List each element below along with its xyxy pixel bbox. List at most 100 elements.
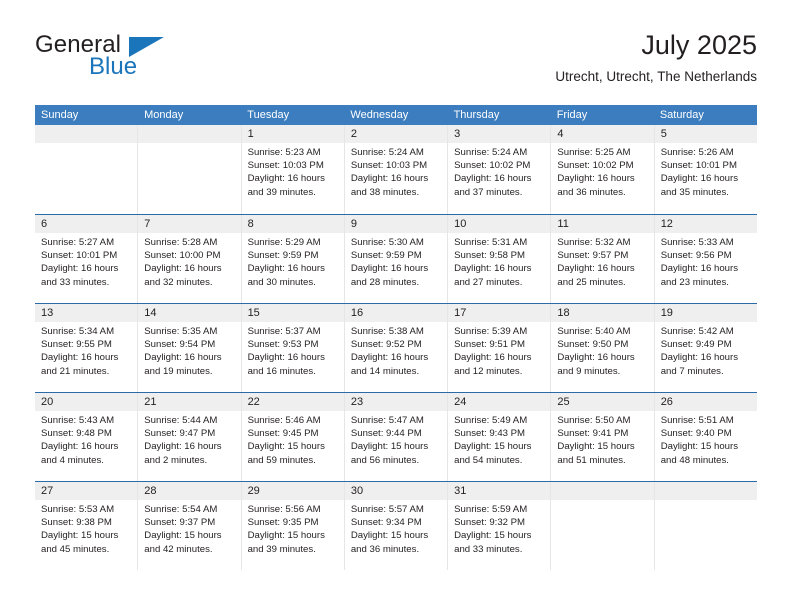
day-number: 27 [35, 482, 138, 500]
day-detail-line: Sunset: 9:34 PM [350, 517, 422, 529]
day-details: Sunrise: 5:43 AM Sunset: 9:48 PM Daylight:… [35, 411, 137, 467]
calendar-day-cell[interactable]: 4 Sunrise: 5:25 AM Sunset: 10:02 PM Dayligh… [551, 125, 655, 214]
title-block: July 2025 Utrecht, Utrecht, The Netherla… [555, 28, 757, 85]
day-detail-line: Daylight: 16 hours [144, 352, 222, 364]
day-details: Sunrise: 5:54 AM Sunset: 9:37 PM Daylight:… [138, 500, 240, 556]
page-header: General Blue July 2025 Utrecht, Utrecht,… [35, 28, 757, 98]
calendar-day-cell[interactable]: 17 Sunrise: 5:39 AM Sunset: 9:51 PM Dayligh… [448, 304, 552, 392]
page-subtitle: Utrecht, Utrecht, The Netherlands [555, 69, 757, 84]
day-detail-line: Sunrise: 5:32 AM [557, 237, 631, 248]
calendar-day-cell[interactable]: 9 Sunrise: 5:30 AM Sunset: 9:59 PM Daylight… [344, 215, 449, 303]
calendar-day-cell[interactable]: 31 Sunrise: 5:59 AM Sunset: 9:32 PM Dayligh… [448, 482, 552, 570]
day-details: Sunrise: 5:38 AM Sunset: 9:52 PM Daylight:… [345, 322, 447, 378]
calendar-day-cell[interactable]: 29 Sunrise: 5:56 AM Sunset: 9:35 PM Dayligh… [241, 482, 345, 570]
day-detail-line: and 48 minutes. [660, 454, 729, 466]
day-number: 21 [138, 393, 241, 411]
day-details: Sunrise: 5:50 AM Sunset: 9:41 PM Daylight:… [551, 411, 653, 467]
day-detail-line: Sunrise: 5:24 AM [454, 147, 528, 158]
day-detail-line: Sunset: 10:03 PM [350, 160, 428, 172]
day-detail-line: Sunrise: 5:50 AM [557, 415, 631, 426]
calendar-day-cell[interactable]: 24 Sunrise: 5:49 AM Sunset: 9:43 PM Dayligh… [448, 393, 552, 481]
day-number [654, 482, 757, 500]
day-details: Sunrise: 5:37 AM Sunset: 9:53 PM Daylight:… [242, 322, 344, 378]
day-detail-line: Sunset: 9:50 PM [557, 339, 629, 351]
day-detail-line: Sunset: 9:56 PM [660, 250, 732, 262]
calendar-day-cell[interactable]: 22 Sunrise: 5:46 AM Sunset: 9:45 PM Dayligh… [241, 393, 345, 481]
calendar-day-cell[interactable]: 28 Sunrise: 5:54 AM Sunset: 9:37 PM Dayligh… [138, 482, 242, 570]
day-detail-line: Daylight: 16 hours [247, 352, 325, 364]
day-details: Sunrise: 5:27 AM Sunset: 10:01 PM Daylight… [35, 233, 137, 289]
day-detail-line: Sunset: 9:53 PM [247, 339, 319, 351]
calendar-day-cell[interactable]: 25 Sunrise: 5:50 AM Sunset: 9:41 PM Dayligh… [551, 393, 655, 481]
day-number: 7 [138, 215, 241, 233]
calendar-day-cell[interactable]: 7 Sunrise: 5:28 AM Sunset: 10:00 PM Dayligh… [138, 215, 242, 303]
day-details: Sunrise: 5:53 AM Sunset: 9:38 PM Daylight:… [35, 500, 137, 556]
day-detail-line: Sunset: 9:47 PM [144, 428, 216, 440]
calendar-day-cell[interactable]: 20 Sunrise: 5:43 AM Sunset: 9:48 PM Dayligh… [35, 393, 139, 481]
day-detail-line: Daylight: 16 hours [660, 173, 739, 185]
calendar-day-cell[interactable]: 15 Sunrise: 5:37 AM Sunset: 9:53 PM Dayligh… [241, 304, 345, 392]
calendar-day-cell[interactable]: 26 Sunrise: 5:51 AM Sunset: 9:40 PM Dayligh… [654, 393, 757, 481]
day-detail-line: Daylight: 15 hours [350, 441, 429, 453]
weekday-header-sunday: Sunday [41, 109, 79, 121]
calendar-day-cell[interactable]: 8 Sunrise: 5:29 AM Sunset: 9:59 PM Daylight… [241, 215, 345, 303]
calendar-day-cell[interactable]: 3 Sunrise: 5:24 AM Sunset: 10:02 PM Dayligh… [448, 125, 552, 214]
day-detail-line: Sunrise: 5:34 AM [41, 326, 115, 337]
calendar-day-cell[interactable]: 14 Sunrise: 5:35 AM Sunset: 9:54 PM Dayligh… [138, 304, 242, 392]
day-detail-line: and 9 minutes. [557, 365, 621, 377]
brand-logo[interactable]: General Blue [35, 32, 255, 88]
calendar-day-cell[interactable]: 11 Sunrise: 5:32 AM Sunset: 9:57 PM Dayligh… [551, 215, 655, 303]
calendar-day-cell[interactable]: 30 Sunrise: 5:57 AM Sunset: 9:34 PM Dayligh… [344, 482, 449, 570]
day-details: Sunrise: 5:26 AM Sunset: 10:01 PM Daylight… [655, 143, 757, 199]
calendar-day-cell[interactable]: 23 Sunrise: 5:47 AM Sunset: 9:44 PM Dayligh… [344, 393, 449, 481]
calendar-day-cell[interactable]: 1 Sunrise: 5:23 AM Sunset: 10:03 PM Dayligh… [241, 125, 345, 214]
day-detail-line: Daylight: 15 hours [660, 441, 739, 453]
day-detail-line: Daylight: 16 hours [350, 352, 429, 364]
day-detail-line: Sunset: 9:51 PM [454, 339, 526, 351]
day-detail-line: Daylight: 16 hours [41, 441, 119, 453]
calendar-day-cell[interactable]: 21 Sunrise: 5:44 AM Sunset: 9:47 PM Dayligh… [138, 393, 242, 481]
weekday-header-friday: Friday [556, 109, 588, 121]
calendar-page: General Blue July 2025 Utrecht, Utrecht,… [0, 0, 792, 612]
calendar-day-cell[interactable]: 12 Sunrise: 5:33 AM Sunset: 9:56 PM Dayligh… [654, 215, 757, 303]
calendar-day-cell[interactable]: 19 Sunrise: 5:42 AM Sunset: 9:49 PM Dayligh… [654, 304, 757, 392]
day-detail-line: Sunrise: 5:24 AM [350, 147, 424, 158]
day-details: Sunrise: 5:49 AM Sunset: 9:43 PM Daylight:… [448, 411, 550, 467]
day-detail-line: Daylight: 16 hours [454, 352, 532, 364]
day-detail-line: Sunrise: 5:38 AM [350, 326, 424, 337]
page-title: July 2025 [641, 30, 757, 60]
day-details: Sunrise: 5:57 AM Sunset: 9:34 PM Daylight:… [345, 500, 447, 556]
day-detail-line: Sunset: 9:41 PM [557, 428, 629, 440]
day-number: 8 [241, 215, 344, 233]
day-detail-line: Sunset: 10:01 PM [41, 250, 118, 262]
day-detail-line: Sunrise: 5:37 AM [247, 326, 321, 337]
calendar-day-cell[interactable]: 10 Sunrise: 5:31 AM Sunset: 9:58 PM Dayligh… [448, 215, 552, 303]
day-number: 16 [344, 304, 448, 322]
day-detail-line: and 4 minutes. [41, 454, 104, 466]
day-number: 10 [448, 215, 551, 233]
day-detail-line: Sunrise: 5:23 AM [247, 147, 321, 158]
weekday-header-saturday: Saturday [659, 109, 704, 121]
day-details: Sunrise: 5:32 AM Sunset: 9:57 PM Daylight:… [551, 233, 653, 289]
day-detail-line: and 28 minutes. [350, 276, 420, 288]
calendar-day-cell[interactable]: 18 Sunrise: 5:40 AM Sunset: 9:50 PM Dayligh… [551, 304, 655, 392]
day-number: 24 [448, 393, 551, 411]
calendar-day-cell[interactable]: 27 Sunrise: 5:53 AM Sunset: 9:38 PM Dayligh… [35, 482, 139, 570]
day-detail-line: Sunrise: 5:26 AM [660, 147, 734, 158]
day-number: 18 [551, 304, 654, 322]
day-detail-line: Daylight: 16 hours [660, 352, 739, 364]
day-detail-line: and 36 minutes. [350, 543, 420, 555]
calendar-day-cell[interactable]: 5 Sunrise: 5:26 AM Sunset: 10:01 PM Dayligh… [654, 125, 757, 214]
day-detail-line: Sunrise: 5:35 AM [144, 326, 218, 337]
day-details: Sunrise: 5:34 AM Sunset: 9:55 PM Daylight:… [35, 322, 137, 378]
weekday-header-row: Sunday Monday Tuesday Wednesday Thursday… [35, 105, 757, 125]
day-detail-line: Sunset: 9:48 PM [41, 428, 112, 440]
day-number: 13 [35, 304, 138, 322]
calendar-day-cell[interactable]: 2 Sunrise: 5:24 AM Sunset: 10:03 PM Dayligh… [344, 125, 449, 214]
calendar-day-cell[interactable]: 6 Sunrise: 5:27 AM Sunset: 10:01 PM Dayligh… [35, 215, 139, 303]
calendar-day-cell[interactable]: 13 Sunrise: 5:34 AM Sunset: 9:55 PM Dayligh… [35, 304, 139, 392]
day-number: 11 [551, 215, 654, 233]
calendar-day-cell[interactable]: 16 Sunrise: 5:38 AM Sunset: 9:52 PM Dayligh… [344, 304, 449, 392]
day-detail-line: Sunrise: 5:53 AM [41, 504, 115, 515]
day-detail-line: Sunset: 9:32 PM [454, 517, 526, 529]
